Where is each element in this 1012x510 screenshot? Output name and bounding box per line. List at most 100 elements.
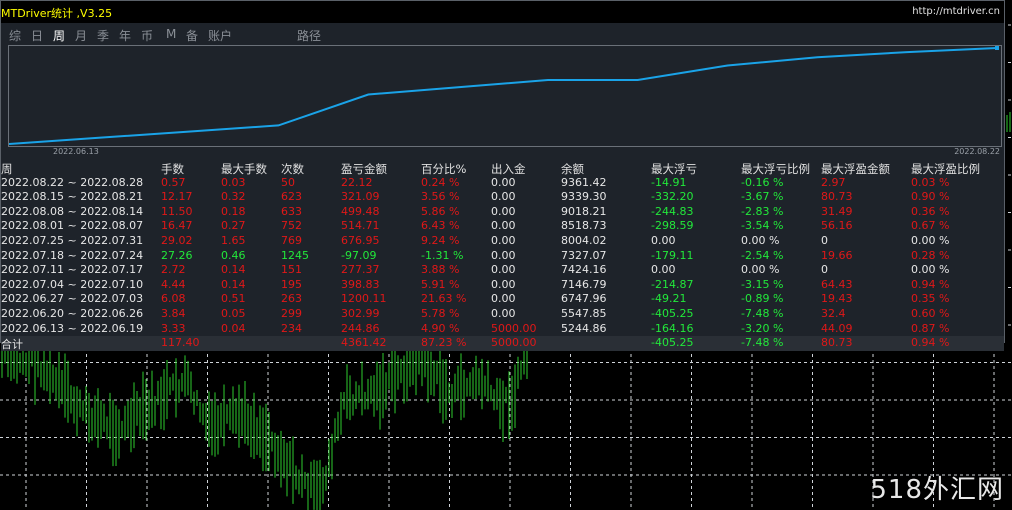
cell-col-0: 2022.06.13 ~ 2022.06.19 (1, 321, 144, 335)
cell-col-11: 0.03 % (911, 175, 950, 189)
tab-7[interactable]: M (166, 27, 176, 41)
cell-col-2: 0.27 (221, 219, 246, 233)
table-row: 2022.07.11 ~ 2022.07.17 2.72 0.14 151 277.37… (1, 263, 1004, 278)
cell-col-11: 0.60 % (911, 306, 950, 320)
tab-6[interactable]: 币 (141, 27, 153, 44)
cell-col-9: -0.16 % (741, 175, 784, 189)
cell-col-11: 0.36 % (911, 204, 950, 218)
tab-4[interactable]: 季 (97, 27, 109, 44)
equity-curve-svg (8, 46, 999, 145)
cell-col-5: 4.90 % (421, 321, 460, 335)
cell-col-6: 0.00 (491, 263, 516, 277)
cell-col-9: -0.89 % (741, 292, 784, 306)
cell-col-9: -7.48 % (741, 336, 784, 350)
cell-col-6: 0.00 (491, 292, 516, 306)
cell-col-6: 0.00 (491, 190, 516, 204)
cell-col-9: -3.15 % (741, 277, 784, 291)
cell-col-3: 299 (281, 306, 302, 320)
tab-5[interactable]: 年 (119, 27, 131, 44)
cell-col-1: 2.72 (161, 263, 186, 277)
tab-0[interactable]: 综 (9, 27, 21, 44)
cell-col-6: 5000.00 (491, 336, 537, 350)
cell-col-8: -244.83 (651, 204, 694, 218)
cell-col-11: 0.87 % (911, 321, 950, 335)
cell-col-4: 676.95 (341, 233, 380, 247)
cell-col-4: 盈亏金额 (341, 162, 387, 176)
cell-col-7: 8004.02 (561, 233, 607, 247)
cell-col-5: 百分比% (421, 162, 467, 176)
cell-col-6: 0.00 (491, 233, 516, 247)
table-row: 2022.08.01 ~ 2022.08.07 16.47 0.27 752 514.7… (1, 219, 1004, 234)
cell-col-0: 合计 (1, 338, 23, 352)
cell-col-7: 7146.79 (561, 277, 607, 291)
site-url-link[interactable]: http://mtdriver.cn (912, 6, 1000, 17)
cell-col-1: 16.47 (161, 219, 193, 233)
cell-col-4: 244.86 (341, 321, 380, 335)
table-row: 2022.08.22 ~ 2022.08.28 0.57 0.03 50 22.12 0.… (1, 176, 1004, 191)
cell-col-0: 2022.08.08 ~ 2022.08.14 (1, 204, 144, 218)
cell-col-9: -7.48 % (741, 306, 784, 320)
cell-col-2: 0.46 (221, 248, 246, 262)
cell-col-2: 0.51 (221, 292, 246, 306)
cell-col-7: 9361.42 (561, 175, 607, 189)
cell-col-2: 0.14 (221, 263, 246, 277)
cell-col-11: 最大浮盈比例 (911, 162, 980, 176)
cell-col-0: 2022.07.04 ~ 2022.07.10 (1, 277, 144, 291)
cell-col-6: 0.00 (491, 175, 516, 189)
cell-col-7: 7327.07 (561, 248, 607, 262)
cell-col-6: 出入金 (491, 162, 526, 176)
cell-col-1: 12.17 (161, 190, 193, 204)
cell-col-4: 4361.42 (341, 336, 387, 350)
tab-2[interactable]: 周 (53, 27, 65, 44)
tab-3[interactable]: 月 (75, 27, 87, 44)
cell-col-7: 5547.85 (561, 306, 607, 320)
cell-col-3: 50 (281, 175, 295, 189)
cell-col-3: 1245 (281, 248, 309, 262)
cell-col-11: 0.35 % (911, 292, 950, 306)
cell-col-1: 0.57 (161, 175, 186, 189)
cell-col-5: 9.24 % (421, 233, 460, 247)
cell-col-10: 80.73 (821, 336, 853, 350)
cell-col-0: 2022.07.18 ~ 2022.07.24 (1, 248, 144, 262)
cell-col-10: 19.66 (821, 248, 853, 262)
cell-col-2: 0.14 (221, 277, 246, 291)
cell-col-2: 1.65 (221, 233, 246, 247)
cell-col-10: 56.16 (821, 219, 853, 233)
cell-col-7: 5244.86 (561, 321, 607, 335)
cell-col-9: -3.67 % (741, 190, 784, 204)
cell-col-1: 4.44 (161, 277, 186, 291)
tab-1[interactable]: 日 (31, 27, 43, 44)
cell-col-8: -164.16 (651, 321, 694, 335)
tab-8[interactable]: 备 (186, 27, 198, 44)
cell-col-5: 87.23 % (421, 336, 467, 350)
cell-col-3: 769 (281, 233, 302, 247)
equity-line (8, 47, 998, 145)
cell-col-6: 0.00 (491, 306, 516, 320)
cell-col-4: 277.37 (341, 263, 380, 277)
cell-col-4: 321.09 (341, 190, 380, 204)
cell-col-2: 最大手数 (221, 162, 267, 176)
cell-col-5: -1.31 % (421, 248, 464, 262)
cell-col-0: 2022.08.22 ~ 2022.08.28 (1, 175, 144, 189)
cell-col-9: 0.00 % (741, 263, 780, 277)
cell-col-3: 次数 (281, 162, 304, 176)
cell-col-5: 5.86 % (421, 204, 460, 218)
tab-10[interactable]: 路径 (297, 27, 321, 44)
equity-end-date: 2022.08.22 (954, 147, 1000, 156)
cell-col-4: 398.83 (341, 277, 380, 291)
cell-col-3: 195 (281, 277, 302, 291)
cell-col-7: 余额 (561, 162, 584, 176)
cell-col-2: 0.03 (221, 175, 246, 189)
equity-start-date: 2022.06.13 (53, 147, 99, 156)
tab-9[interactable]: 账户 (208, 27, 232, 44)
cell-col-6: 0.00 (491, 248, 516, 262)
cell-col-0: 2022.06.27 ~ 2022.07.03 (1, 292, 144, 306)
cell-col-9: -2.83 % (741, 204, 784, 218)
cell-col-9: -2.54 % (741, 248, 784, 262)
app-title: MTDriver统计 ,V3.25 (1, 7, 113, 20)
cell-col-3: 752 (281, 219, 302, 233)
cell-col-7: 8518.73 (561, 219, 607, 233)
cell-col-7: 6747.96 (561, 292, 607, 306)
cell-col-5: 3.56 % (421, 190, 460, 204)
stats-panel: MTDriver统计 ,V3.25 http://mtdriver.cn 综日周… (0, 0, 1005, 351)
